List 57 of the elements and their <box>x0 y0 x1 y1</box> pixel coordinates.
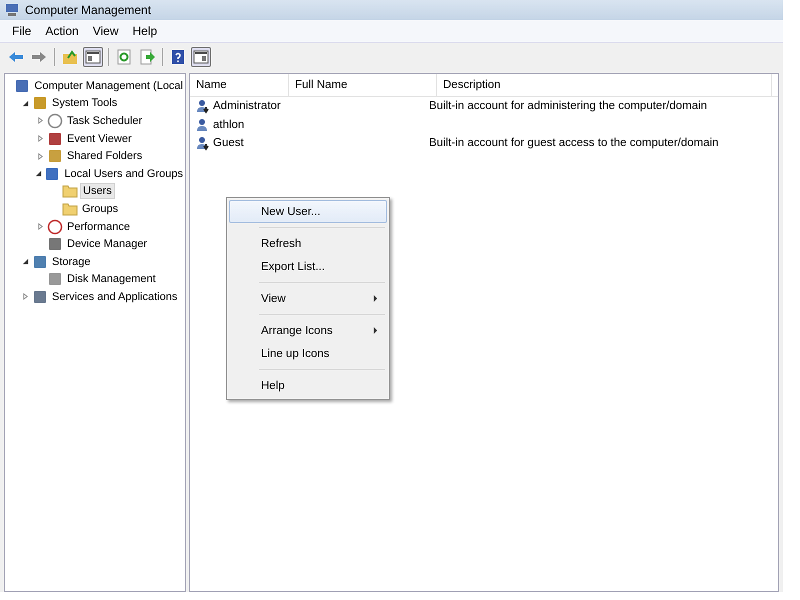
tree-item[interactable]: Task Scheduler <box>65 114 144 128</box>
tree-item[interactable]: Performance <box>65 220 132 234</box>
menu-item[interactable]: View <box>229 287 387 310</box>
table-cell: Built-in account for guest access to the computer/domain <box>429 137 719 150</box>
tree-item[interactable]: Storage <box>50 254 93 269</box>
menu-item[interactable]: Help <box>229 374 387 397</box>
collapsed-arrow-icon[interactable] <box>36 152 44 160</box>
pane-icon[interactable] <box>191 47 211 67</box>
tree-item[interactable]: Shared Folders <box>65 149 144 164</box>
table-cell: Administrator <box>213 100 281 112</box>
menu-item[interactable]: Help <box>126 22 164 40</box>
expanded-arrow-icon[interactable] <box>22 258 28 266</box>
column-header[interactable]: Name <box>190 74 289 96</box>
node-icon <box>32 95 48 112</box>
node-icon <box>47 130 63 147</box>
tree-item[interactable]: Local Users and Groups <box>62 166 185 181</box>
tree-item[interactable]: Groups <box>80 202 120 216</box>
computer-icon <box>4 2 20 18</box>
node-icon <box>47 271 63 288</box>
menu-item[interactable]: View <box>86 22 124 40</box>
collapsed-arrow-icon[interactable] <box>36 135 44 142</box>
tree-item[interactable]: Device Manager <box>65 237 150 252</box>
tree-item[interactable]: Event Viewer <box>65 132 134 146</box>
node-icon <box>32 254 48 270</box>
expanded-arrow-icon[interactable] <box>35 170 42 178</box>
expanded-arrow-icon[interactable] <box>22 100 28 107</box>
table-cell: Guest <box>213 137 244 150</box>
menu-item[interactable]: Refresh <box>229 232 387 255</box>
node-icon <box>47 236 63 252</box>
menu-item[interactable]: Action <box>39 22 85 40</box>
menu-item[interactable]: Arrange Icons <box>229 319 387 342</box>
window-title: Computer Management <box>25 3 152 17</box>
folder-icon <box>62 200 78 217</box>
menu-item[interactable]: Export List... <box>229 255 387 278</box>
collapsed-arrow-icon[interactable] <box>36 117 44 124</box>
folder-icon <box>62 183 78 200</box>
collapsed-arrow-icon[interactable] <box>22 293 28 300</box>
node-icon <box>14 78 30 94</box>
pane-icon[interactable] <box>83 47 103 67</box>
column-header[interactable]: Description <box>437 74 772 96</box>
tree-item[interactable]: Disk Management <box>65 272 158 286</box>
tree-item[interactable]: System Tools <box>50 96 120 110</box>
column-header[interactable]: Full Name <box>289 74 437 96</box>
tree-item[interactable]: Computer Management (Local <box>32 78 185 93</box>
collapsed-arrow-icon[interactable] <box>36 223 44 230</box>
node-icon <box>32 288 48 305</box>
tree-item[interactable]: Users <box>80 183 115 200</box>
node-icon <box>47 218 63 235</box>
node-icon <box>47 148 63 164</box>
clock-icon <box>47 112 63 129</box>
menu-item[interactable]: File <box>6 22 38 40</box>
table-cell: Built-in account for administering the computer/domain <box>429 100 708 112</box>
menu-item[interactable]: Line up Icons <box>229 342 387 365</box>
tree-item[interactable]: Services and Applications <box>50 290 180 304</box>
table-cell: athlon <box>213 118 244 131</box>
menu-item[interactable]: New User... <box>229 200 387 223</box>
node-icon <box>44 166 60 182</box>
